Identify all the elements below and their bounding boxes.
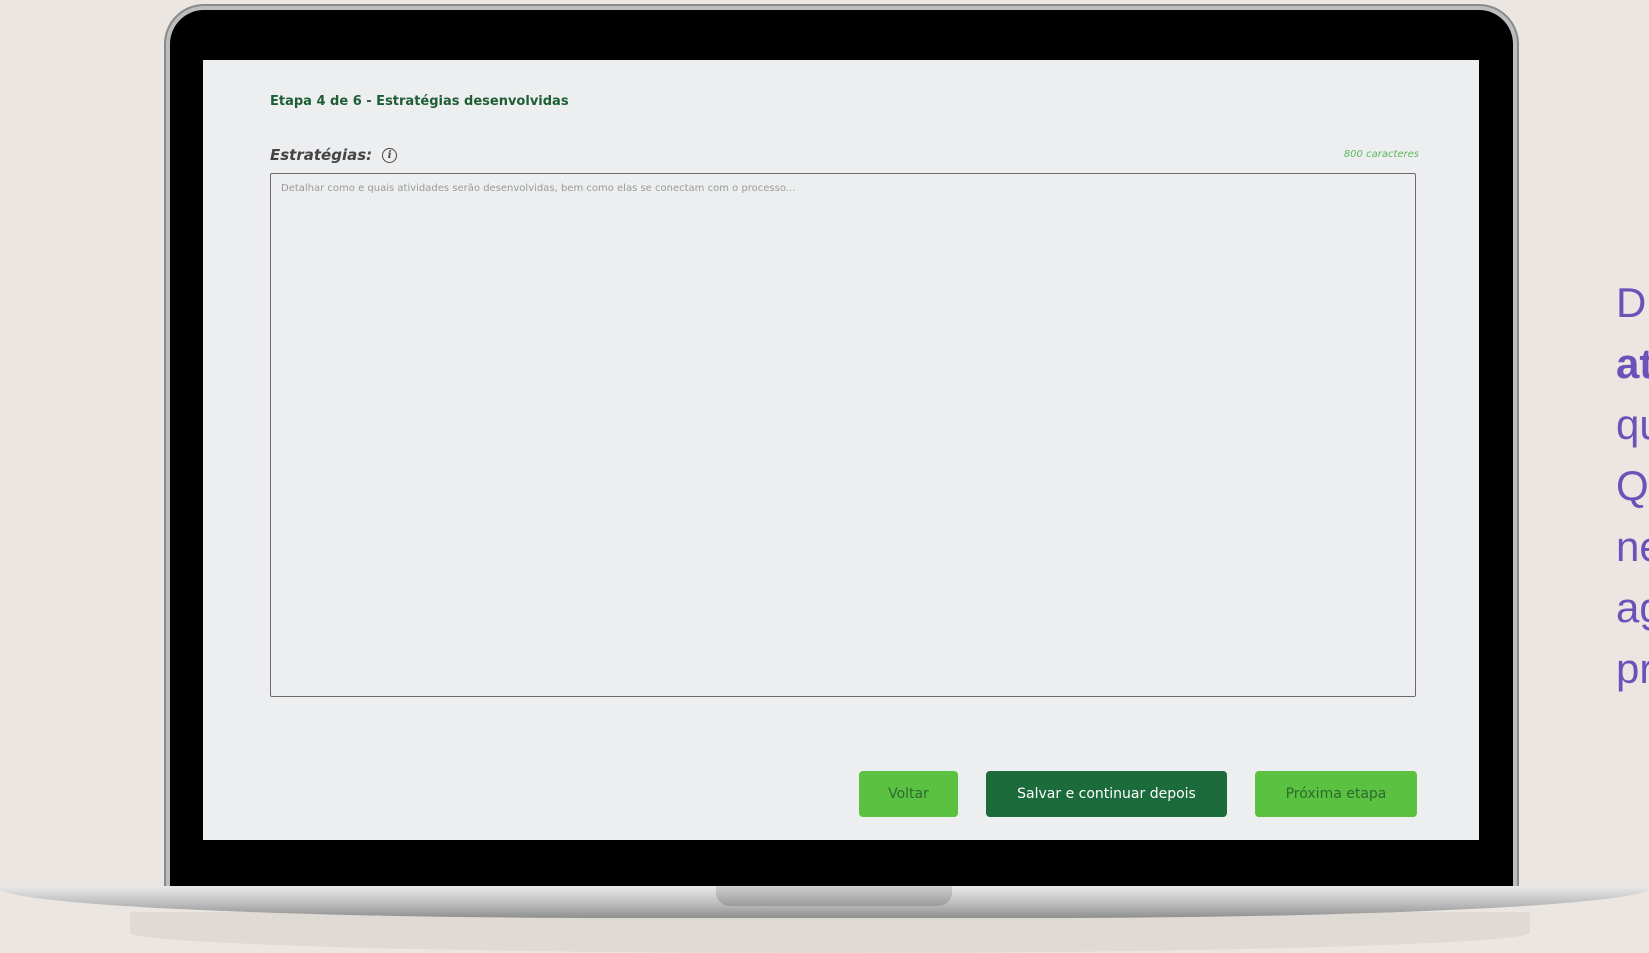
char-limit: 800 caracteres	[1343, 149, 1419, 160]
side-text-line: D	[1616, 279, 1647, 326]
strategies-label: Estratégias: i	[270, 146, 398, 164]
strategies-textarea[interactable]: Detalhar como e quais atividades serão d…	[270, 173, 1416, 697]
app-screen: Etapa 4 de 6 - Estratégias desenvolvidas…	[203, 60, 1479, 840]
next-step-button[interactable]: Próxima etapa	[1255, 771, 1417, 817]
info-icon[interactable]: i	[382, 147, 398, 163]
side-text-line: pr	[1616, 645, 1649, 692]
laptop-shadow	[130, 912, 1530, 953]
textarea-placeholder: Detalhar como e quais atividades serão d…	[281, 183, 796, 194]
strategies-label-text: Estratégias:	[270, 146, 373, 164]
side-text-line: ag	[1616, 584, 1649, 631]
laptop-notch	[716, 886, 952, 906]
side-text-line: at	[1616, 340, 1649, 387]
side-text-line: ne	[1616, 523, 1649, 570]
side-text-line: Q	[1616, 462, 1649, 509]
side-text-line: qu	[1616, 401, 1649, 448]
save-continue-later-button[interactable]: Salvar e continuar depois	[986, 771, 1227, 817]
side-text: D at qu Q ne ag pr	[1616, 272, 1649, 699]
step-title: Etapa 4 de 6 - Estratégias desenvolvidas	[270, 94, 569, 109]
back-button[interactable]: Voltar	[859, 771, 958, 817]
